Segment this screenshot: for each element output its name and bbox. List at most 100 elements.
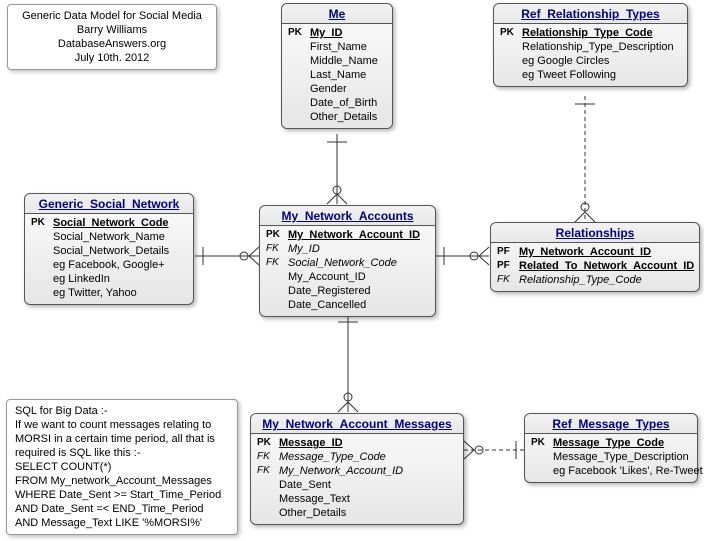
sql-line-1: SQL for Big Data :- [15, 404, 229, 418]
field-row: Date_Cancelled [266, 298, 429, 312]
field-key [288, 40, 310, 54]
field-name: Other_Details [279, 506, 346, 520]
field-row: Gender [288, 82, 386, 96]
field-key [500, 68, 522, 82]
field-row: PFRelated_To_Network_Account_ID [497, 259, 693, 273]
field-key: PF [497, 259, 519, 273]
field-row: FKMessage_Type_Code [257, 450, 457, 464]
field-key [257, 506, 279, 520]
field-name: Message_Type_Code [553, 436, 664, 450]
field-row: Social_Network_Name [31, 230, 187, 244]
field-key [531, 450, 553, 464]
entity-title: Me [282, 4, 392, 24]
entity-title: Relationships [491, 223, 699, 243]
field-key: FK [266, 256, 288, 270]
field-row: Middle_Name [288, 54, 386, 68]
entity-fields: PKMy_IDFirst_NameMiddle_NameLast_NameGen… [282, 24, 392, 128]
field-name: Relationship_Type_Description [522, 40, 674, 54]
field-row: FKMy_Network_Account_ID [257, 464, 457, 478]
field-name: Social_Network_Name [53, 230, 165, 244]
field-name: Message_Type_Code [279, 450, 386, 464]
field-name: Date_Cancelled [288, 298, 366, 312]
field-row: FKMy_ID [266, 242, 429, 256]
field-key [288, 82, 310, 96]
field-row: My_Account_ID [266, 270, 429, 284]
entity-fields: PKSocial_Network_CodeSocial_Network_Name… [25, 214, 193, 304]
field-row: PFMy_Network_Account_ID [497, 245, 693, 259]
field-name: First_Name [310, 40, 367, 54]
field-name: Related_To_Network_Account_ID [519, 259, 694, 273]
field-name: My_Network_Account_ID [279, 464, 403, 478]
field-name: My_ID [310, 26, 342, 40]
field-name: Social_Network_Details [53, 244, 169, 258]
field-row: Message_Text [257, 492, 457, 506]
field-key [500, 40, 522, 54]
field-row: Other_Details [288, 110, 386, 124]
field-name: Relationship_Type_Code [519, 273, 642, 287]
field-name: Date_of_Birth [310, 96, 377, 110]
field-key: FK [497, 273, 519, 287]
field-name: Relationship_Type_Code [522, 26, 653, 40]
entity-my-network-accounts: My_Network_Accounts PKMy_Network_Account… [259, 205, 436, 317]
meta-line-2: Barry Williams [16, 23, 208, 37]
entity-fields: PKMy_Network_Account_IDFKMy_IDFKSocial_N… [260, 226, 435, 316]
field-key [266, 284, 288, 298]
entity-title: My_Network_Accounts [260, 206, 435, 226]
field-row: PKMessage_ID [257, 436, 457, 450]
field-row: PKMy_Network_Account_ID [266, 228, 429, 242]
entity-fields: PKRelationship_Type_CodeRelationship_Typ… [494, 24, 687, 86]
sql-line-5: SELECT COUNT(*) [15, 460, 229, 474]
sql-line-2: If we want to count messages relating to [15, 418, 229, 432]
entity-my-network-account-messages: My_Network_Account_Messages PKMessage_ID… [250, 413, 464, 525]
field-name: My_ID [288, 242, 320, 256]
field-row: eg Google Circles [500, 54, 681, 68]
field-row: First_Name [288, 40, 386, 54]
field-name: Middle_Name [310, 54, 378, 68]
field-row: Social_Network_Details [31, 244, 187, 258]
field-row: PKMy_ID [288, 26, 386, 40]
field-name: Social_Network_Code [53, 216, 169, 230]
field-name: eg Tweet Following [522, 68, 616, 82]
field-row: PKRelationship_Type_Code [500, 26, 681, 40]
field-row: eg Twitter, Yahoo [31, 286, 187, 300]
field-key [266, 270, 288, 284]
sql-line-8: AND Date_Sent =< END_Time_Period [15, 502, 229, 516]
field-row: Other_Details [257, 506, 457, 520]
entity-relationships: Relationships PFMy_Network_Account_IDPFR… [490, 222, 700, 292]
field-name: Date_Sent [279, 478, 331, 492]
field-key: PF [497, 245, 519, 259]
meta-line-4: July 10th. 2012 [16, 51, 208, 65]
field-name: eg Facebook, Google+ [53, 258, 165, 272]
field-key: PK [266, 228, 288, 242]
sql-line-4: required is SQL like this :- [15, 446, 229, 460]
field-name: Other_Details [310, 110, 377, 124]
sql-line-3: MORSI in a certain time period, all that… [15, 432, 229, 446]
field-row: eg LinkedIn [31, 272, 187, 286]
field-row: Date_of_Birth [288, 96, 386, 110]
field-key: PK [288, 26, 310, 40]
field-name: My_Network_Account_ID [288, 228, 420, 242]
field-name: eg Twitter, Yahoo [53, 286, 137, 300]
entity-fields: PFMy_Network_Account_IDPFRelated_To_Netw… [491, 243, 699, 291]
field-key [257, 478, 279, 492]
field-key: PK [531, 436, 553, 450]
entity-ref-message-types: Ref_Message_Types PKMessage_Type_CodeMes… [524, 413, 698, 483]
field-name: Message_Type_Description [553, 450, 689, 464]
field-row: Last_Name [288, 68, 386, 82]
field-key: PK [31, 216, 53, 230]
meta-line-1: Generic Data Model for Social Media [16, 9, 208, 23]
field-name: eg Google Circles [522, 54, 609, 68]
field-key [257, 492, 279, 506]
field-key [500, 54, 522, 68]
field-name: Last_Name [310, 68, 366, 82]
field-key [288, 110, 310, 124]
entity-me: Me PKMy_IDFirst_NameMiddle_NameLast_Name… [281, 3, 393, 129]
field-row: FKRelationship_Type_Code [497, 273, 693, 287]
meta-info-box: Generic Data Model for Social Media Barr… [7, 4, 217, 70]
field-key [31, 272, 53, 286]
entity-ref-relationship-types: Ref_Relationship_Types PKRelationship_Ty… [493, 3, 688, 87]
field-row: eg Facebook 'Likes', Re-Tweet [531, 464, 691, 478]
field-row: PKMessage_Type_Code [531, 436, 691, 450]
field-key [266, 298, 288, 312]
field-name: eg Facebook 'Likes', Re-Tweet [553, 464, 703, 478]
